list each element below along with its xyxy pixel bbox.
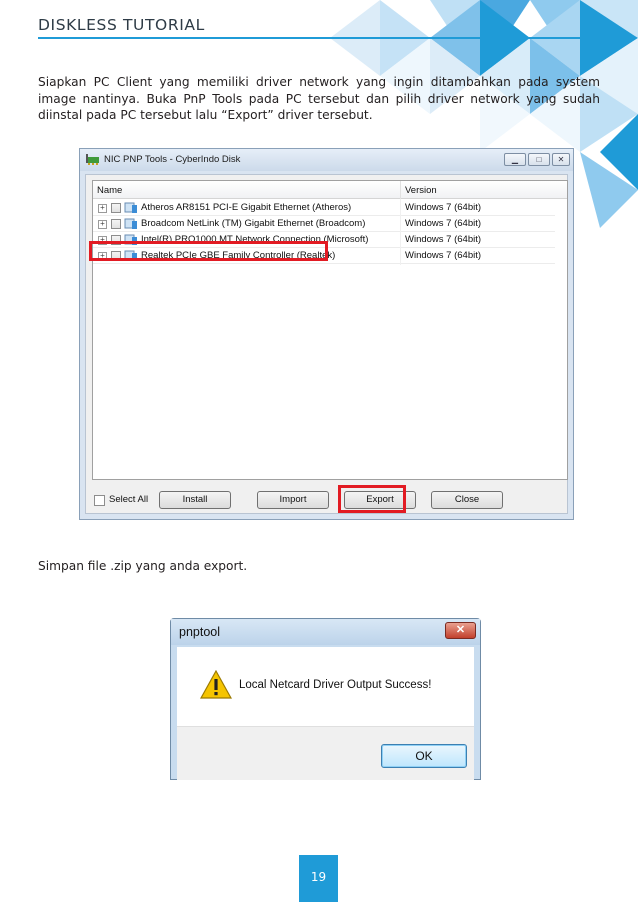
driver-list[interactable]: Name Version + Atheros AR8151 PCI-E Giga… [92, 180, 568, 480]
page-number-box: 19 [299, 855, 338, 902]
dialog-close-button[interactable]: ✕ [445, 622, 476, 639]
maximize-button[interactable]: □ [528, 153, 550, 166]
select-all-label[interactable]: Select All [109, 494, 148, 505]
driver-version: Windows 7 (64bit) [405, 202, 482, 213]
expand-icon[interactable]: + [98, 220, 107, 229]
list-header: Name Version [93, 181, 567, 199]
driver-checkbox[interactable] [111, 203, 121, 213]
ok-button[interactable]: OK [381, 744, 467, 768]
install-button[interactable]: Install [159, 491, 231, 509]
pnp-tools-window: NIC PNP Tools - CyberIndo Disk ▁ □ ✕ Nam… [79, 148, 574, 520]
driver-version: Windows 7 (64bit) [405, 250, 482, 261]
export-highlight-box [338, 485, 406, 513]
dialog-title: pnptool [179, 625, 221, 639]
network-adapter-icon [124, 202, 137, 213]
expand-icon[interactable]: + [98, 204, 107, 213]
import-button[interactable]: Import [257, 491, 329, 509]
driver-version: Windows 7 (64bit) [405, 218, 482, 229]
column-divider[interactable] [400, 181, 401, 199]
window-close-button[interactable]: ✕ [552, 153, 570, 166]
header-rule [38, 37, 600, 39]
realtek-highlight-box [89, 241, 328, 261]
column-header-version[interactable]: Version [405, 185, 437, 196]
driver-row[interactable]: + Broadcom NetLink (TM) Gigabit Ethernet… [93, 216, 555, 232]
dialog-message: Local Netcard Driver Output Success! [239, 679, 432, 691]
driver-name: Atheros AR8151 PCI-E Gigabit Ethernet (A… [141, 202, 352, 213]
driver-row[interactable]: + Atheros AR8151 PCI-E Gigabit Ethernet … [93, 200, 555, 216]
network-card-icon [86, 154, 99, 165]
window-title: NIC PNP Tools - CyberIndo Disk [104, 154, 241, 165]
column-header-name[interactable]: Name [97, 185, 122, 196]
dialog-body: Local Netcard Driver Output Success! OK [177, 647, 474, 780]
save-paragraph: Simpan file .zip yang anda export. [38, 559, 248, 573]
intro-paragraph: Siapkan PC Client yang memiliki driver n… [38, 75, 600, 122]
driver-checkbox[interactable] [111, 219, 121, 229]
close-button[interactable]: Close [431, 491, 503, 509]
minimize-button[interactable]: ▁ [504, 153, 526, 166]
pnptool-dialog: pnptool ✕ Local Netcard Driver Output Su… [170, 618, 481, 780]
window-body: Name Version + Atheros AR8151 PCI-E Giga… [85, 174, 568, 514]
driver-version: Windows 7 (64bit) [405, 234, 482, 245]
header-title: DISKLESS TUTORIAL [38, 16, 205, 34]
page-number: 19 [310, 870, 327, 884]
network-adapter-icon [124, 218, 137, 229]
warning-icon [200, 670, 232, 699]
select-all-checkbox[interactable] [94, 495, 105, 506]
column-line [400, 199, 401, 265]
dialog-titlebar: pnptool ✕ [171, 619, 480, 645]
window-titlebar: NIC PNP Tools - CyberIndo Disk ▁ □ ✕ [80, 149, 573, 171]
driver-name: Broadcom NetLink (TM) Gigabit Ethernet (… [141, 218, 366, 229]
